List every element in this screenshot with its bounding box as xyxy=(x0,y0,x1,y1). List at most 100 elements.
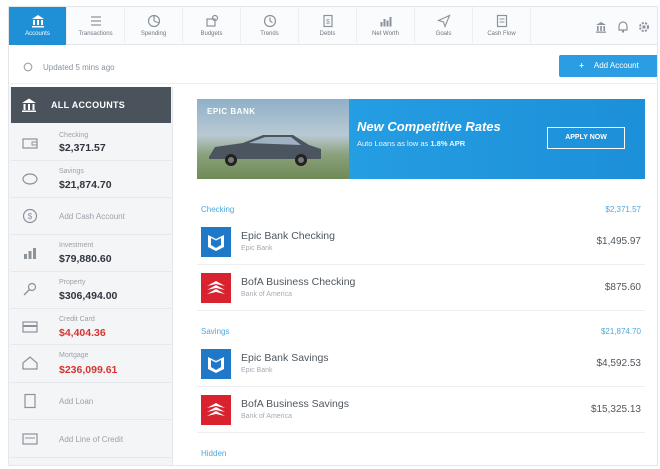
account-title: BofA Business Savings xyxy=(241,398,349,410)
sidebar-item-name: Investment xyxy=(59,242,94,249)
sidebar-item-name: Credit Card xyxy=(59,316,95,323)
car-photo: EPIC BANK xyxy=(197,99,349,179)
section-name: Checking xyxy=(201,205,235,214)
sidebar-item-investment[interactable]: Investment $79,880.60 xyxy=(11,235,171,272)
bank-icon xyxy=(22,98,36,112)
gear-icon[interactable] xyxy=(638,20,650,34)
tab-label: Accounts xyxy=(25,31,50,37)
sidebar-item-value: $236,099.61 xyxy=(59,364,118,376)
plus-icon: + xyxy=(579,61,584,70)
tab-budgets[interactable]: Budgets xyxy=(183,7,241,45)
tab-cash-flow[interactable]: Cash Flow xyxy=(473,7,531,45)
all-accounts-item[interactable]: ALL ACCOUNTS xyxy=(11,87,171,123)
bofa-logo-icon xyxy=(201,273,231,303)
paper-plane-icon xyxy=(436,14,451,28)
svg-text:$: $ xyxy=(326,19,330,26)
piggy-bank-icon xyxy=(22,173,38,185)
banner-subtitle: Auto Loans as low as 1.8% APR xyxy=(357,139,465,148)
account-row[interactable]: Epic Bank Checking Epic Bank $1,495.97 xyxy=(197,219,645,265)
sidebar-item-name: Mortgage xyxy=(59,352,89,359)
account-row[interactable]: BofA Business Savings Bank of America $1… xyxy=(197,387,645,433)
sidebar-item-add-line-of-credit[interactable]: Add Line of Credit xyxy=(11,420,171,458)
sidebar-add-label: Add Line of Credit xyxy=(59,435,124,444)
tab-spending[interactable]: Spending xyxy=(125,7,183,45)
account-title: BofA Business Checking xyxy=(241,276,356,288)
section-header-savings: Savings $21,874.70 xyxy=(197,321,645,341)
growth-chart-icon xyxy=(24,248,36,259)
tab-trends[interactable]: Trends xyxy=(241,7,299,45)
tab-label: Trends xyxy=(260,31,279,37)
bank-icon xyxy=(31,15,44,28)
promo-banner[interactable]: EPIC BANK New Competitive Rates Auto Loa… xyxy=(197,99,645,179)
credit-card-icon xyxy=(22,321,38,333)
sidebar-item-add-loan[interactable]: Add Loan xyxy=(11,383,171,420)
sidebar-item-mortgage[interactable]: Mortgage $236,099.61 xyxy=(11,345,171,383)
sidebar-item-add-cash-account[interactable]: $ Add Cash Account xyxy=(11,198,171,235)
sidebar-item-value: $79,880.60 xyxy=(59,253,112,265)
epic-bank-logo-icon xyxy=(201,227,231,257)
sidebar-item-name: Property xyxy=(59,279,86,286)
app-window: Accounts Transactions Spending Budgets T… xyxy=(8,6,658,466)
tab-debts[interactable]: $ Debts xyxy=(299,7,357,45)
account-bank: Epic Bank xyxy=(241,367,273,374)
section-total: $21,874.70 xyxy=(600,327,641,336)
account-amount: $875.60 xyxy=(604,282,641,293)
account-title: Epic Bank Checking xyxy=(241,230,335,242)
budget-icon xyxy=(205,14,218,27)
tab-label: Spending xyxy=(140,31,167,37)
tab-goals[interactable]: Goals xyxy=(415,7,473,45)
section-header-hidden[interactable]: Hidden xyxy=(197,443,645,463)
add-account-label: Add Account xyxy=(593,61,639,70)
bar-chart-icon xyxy=(380,17,391,27)
sidebar-item-property[interactable]: Property $306,494.00 xyxy=(11,272,171,309)
sidebar-item-value: $4,404.36 xyxy=(59,327,106,339)
bank-icon[interactable] xyxy=(595,20,607,34)
banner-brand: EPIC BANK xyxy=(207,107,256,116)
sidebar-item-credit-card[interactable]: Credit Card $4,404.36 xyxy=(11,309,171,345)
tab-label: Transactions xyxy=(78,31,113,37)
top-nav: Accounts Transactions Spending Budgets T… xyxy=(9,7,657,45)
tab-accounts[interactable]: Accounts xyxy=(9,7,67,45)
tab-transactions[interactable]: Transactions xyxy=(67,7,125,45)
key-icon xyxy=(23,282,37,296)
tab-label: Net Worth xyxy=(372,31,399,37)
account-bank: Bank of America xyxy=(241,413,292,420)
tab-label: Goals xyxy=(435,31,452,37)
sidebar-add-label: Add Loan xyxy=(59,397,94,406)
account-amount: $4,592.53 xyxy=(596,358,642,369)
sidebar-add-label: Add Cash Account xyxy=(59,212,125,221)
tab-label: Cash Flow xyxy=(487,31,516,37)
status-bar: Updated 5 mins ago + Add Account xyxy=(9,52,657,84)
pie-icon xyxy=(147,14,160,28)
refresh-icon[interactable] xyxy=(23,62,33,72)
account-bank: Bank of America xyxy=(241,291,292,298)
car-image xyxy=(209,135,321,166)
tab-net-worth[interactable]: Net Worth xyxy=(357,7,415,45)
account-row[interactable]: Epic Bank Savings Epic Bank $4,592.53 xyxy=(197,341,645,387)
banner-subtitle-prefix: Auto Loans as low as xyxy=(357,139,431,148)
section-header-checking: Checking $2,371.57 xyxy=(197,199,645,219)
bell-icon[interactable] xyxy=(617,20,629,34)
account-row[interactable]: BofA Business Checking Bank of America $… xyxy=(197,265,645,311)
sidebar-item-savings[interactable]: Savings $21,874.70 xyxy=(11,161,171,198)
sidebar-item-value: $21,874.70 xyxy=(59,179,112,191)
epic-bank-logo-icon xyxy=(201,349,231,379)
section-total: $2,371.57 xyxy=(605,205,641,214)
banner-title: New Competitive Rates xyxy=(357,119,501,134)
all-accounts-label: ALL ACCOUNTS xyxy=(51,100,126,110)
tab-label: Debts xyxy=(319,31,336,37)
sidebar-item-name: Checking xyxy=(59,132,89,139)
main-content: EPIC BANK New Competitive Rates Auto Loa… xyxy=(197,99,647,465)
sidebar-item-checking[interactable]: Checking $2,371.57 xyxy=(11,125,171,161)
cashflow-icon xyxy=(496,14,507,28)
last-updated-text: Updated 5 mins ago xyxy=(43,63,115,72)
credit-line-icon xyxy=(22,433,38,445)
apply-now-button[interactable]: APPLY NOW xyxy=(547,127,625,149)
house-icon xyxy=(22,356,38,370)
document-icon: $ xyxy=(322,14,333,28)
loan-doc-icon xyxy=(24,393,36,409)
sidebar-item-value: $2,371.57 xyxy=(59,142,106,154)
add-account-button[interactable]: + Add Account xyxy=(559,55,657,77)
section-name: Savings xyxy=(201,327,230,336)
banner-rate: 1.8% APR xyxy=(430,139,466,148)
